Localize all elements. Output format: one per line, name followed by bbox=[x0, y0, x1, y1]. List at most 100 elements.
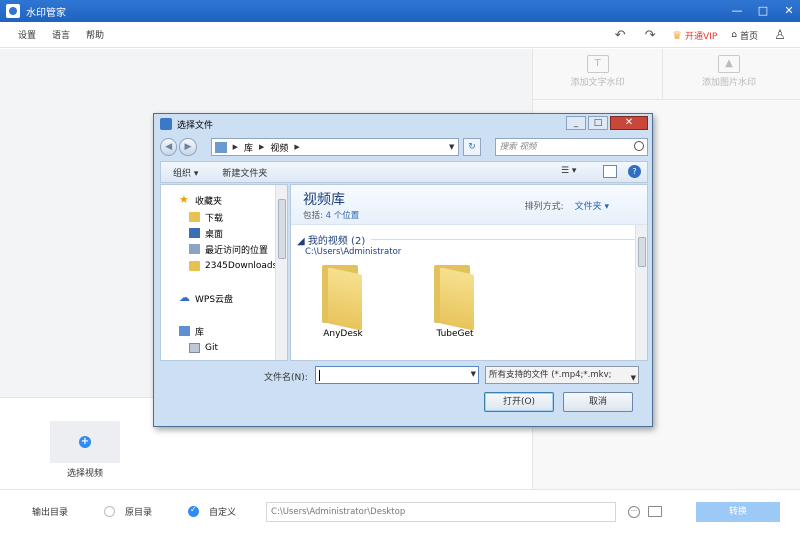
output-dir-label: 输出目录 bbox=[32, 508, 69, 518]
nav-item-desktop[interactable]: 桌面 bbox=[189, 226, 223, 240]
menu-help[interactable]: 帮助 bbox=[86, 28, 104, 41]
output-footer: 输出目录 原目录 自定义 ··· 转换 bbox=[0, 489, 800, 533]
tab-add-image-label: 添加图片水印 bbox=[701, 78, 756, 88]
nav-item-downloads[interactable]: 下载 bbox=[189, 210, 223, 224]
menu-bar: 设置 语言 帮助 ↶ ↷ ♛ 开通VIP ⌂ 首页 ♙ bbox=[0, 22, 800, 48]
organize-label: 组织 bbox=[173, 168, 192, 179]
nav-item-recent[interactable]: 最近访问的位置 bbox=[189, 242, 268, 256]
search-icon bbox=[633, 141, 644, 151]
plus-icon: + bbox=[79, 436, 91, 448]
group-header[interactable]: ◢ 我的视频 (2) bbox=[297, 232, 365, 247]
git-library-icon bbox=[189, 343, 200, 353]
address-bar[interactable]: ▶ 库 ▶ 视频 ▶ ▼ bbox=[210, 138, 460, 156]
file-type-value: 所有支持的文件 (*.mp4;*.mkv; bbox=[489, 370, 612, 380]
breadcrumb-library[interactable]: 库 bbox=[244, 141, 253, 154]
search-input[interactable]: 搜索 视频 bbox=[494, 138, 648, 156]
refresh-icon[interactable]: ↻ bbox=[463, 138, 481, 156]
dialog-maximize-icon[interactable]: □ bbox=[588, 116, 608, 130]
filename-label: 文件名(N): bbox=[264, 373, 308, 383]
undo-icon[interactable]: ↶ bbox=[612, 27, 628, 43]
original-dir-label: 原目录 bbox=[125, 508, 153, 518]
address-dropdown-icon[interactable]: ▼ bbox=[449, 143, 454, 151]
redo-icon[interactable]: ↷ bbox=[642, 27, 658, 43]
nav-item-favorites[interactable]: ★ 收藏夹 bbox=[179, 193, 222, 207]
filename-row: 文件名(N): ▼ 所有支持的文件 (*.mp4;*.mkv; ▼ bbox=[160, 366, 648, 386]
group-divider bbox=[371, 239, 635, 240]
includes-label: 包括: bbox=[303, 211, 323, 221]
star-icon: ★ bbox=[179, 193, 189, 206]
dialog-app-icon bbox=[160, 118, 172, 130]
nav-item-label: 下载 bbox=[205, 213, 224, 224]
open-button[interactable]: 打开(O) bbox=[484, 392, 554, 412]
radio-original-dir[interactable] bbox=[104, 506, 116, 517]
maximize-icon[interactable]: □ bbox=[756, 4, 770, 18]
arrange-by: 排列方式: 文件夹 ▾ bbox=[525, 199, 609, 212]
file-type-select[interactable]: 所有支持的文件 (*.mp4;*.mkv; ▼ bbox=[485, 366, 639, 384]
organize-menu[interactable]: 组织 ▾ bbox=[173, 166, 198, 179]
library-title: 视频库 bbox=[303, 192, 345, 208]
includes-locations-link[interactable]: 4 个位置 bbox=[326, 211, 360, 221]
back-arrow-icon[interactable]: ◀ bbox=[160, 138, 178, 156]
dialog-title-bar: 选择文件 _ □ ✕ bbox=[154, 114, 652, 134]
open-folder-icon[interactable] bbox=[648, 506, 663, 517]
home-button[interactable]: ⌂ 首页 bbox=[731, 29, 758, 42]
library-header: 视频库 包括: 4 个位置 排列方式: 文件夹 ▾ bbox=[291, 185, 647, 225]
nav-item-label: 最近访问的位置 bbox=[205, 245, 269, 256]
menu-settings[interactable]: 设置 bbox=[18, 28, 36, 41]
folder-label: TubeGet bbox=[436, 329, 474, 339]
vip-button[interactable]: ♛ 开通VIP bbox=[672, 29, 717, 42]
nav-item-wps-cloud[interactable]: ☁ WPS云盘 bbox=[179, 291, 233, 305]
group-path: C:\Users\Administrator bbox=[305, 247, 402, 257]
forward-arrow-icon[interactable]: ▶ bbox=[179, 138, 197, 156]
user-icon[interactable]: ♙ bbox=[772, 27, 788, 43]
arrange-by-value: 文件夹 bbox=[574, 202, 602, 212]
cloud-icon: ☁ bbox=[179, 291, 190, 304]
convert-button[interactable]: 转换 bbox=[696, 501, 781, 522]
add-video-button[interactable]: + bbox=[50, 421, 120, 463]
menu-language[interactable]: 语言 bbox=[52, 28, 70, 41]
nav-item-git[interactable]: Git bbox=[189, 341, 218, 355]
tab-add-image-watermark[interactable]: ▲ 添加图片水印 bbox=[664, 49, 794, 99]
app-title-bar: 水印管家 — □ ✕ bbox=[0, 0, 800, 22]
desktop-icon bbox=[189, 228, 200, 238]
image-watermark-icon: ▲ bbox=[718, 55, 740, 73]
filename-dropdown-icon[interactable]: ▼ bbox=[471, 370, 476, 378]
nav-item-label: 桌面 bbox=[205, 229, 224, 240]
nav-scrollbar[interactable] bbox=[275, 185, 287, 360]
app-logo-icon bbox=[6, 4, 20, 18]
more-icon[interactable]: ··· bbox=[628, 505, 641, 518]
recent-places-icon bbox=[189, 244, 200, 254]
nav-item-libraries[interactable]: 库 bbox=[179, 324, 204, 338]
home-icon: ⌂ bbox=[731, 30, 737, 40]
folder-icon bbox=[432, 265, 478, 331]
nav-scroll-thumb[interactable] bbox=[278, 199, 286, 259]
close-icon[interactable]: ✕ bbox=[782, 4, 796, 18]
change-view-icon[interactable]: ☰ ▾ bbox=[561, 166, 581, 178]
radio-custom-dir[interactable] bbox=[188, 505, 200, 517]
arrange-by-dropdown[interactable]: 文件夹 ▾ bbox=[575, 202, 609, 212]
new-folder-button[interactable]: 新建文件夹 bbox=[222, 166, 267, 179]
dialog-minimize-icon[interactable]: _ bbox=[566, 116, 586, 130]
folder-tile-anydesk[interactable]: AnyDesk bbox=[313, 265, 373, 345]
folder-tile-tubeget[interactable]: TubeGet bbox=[425, 265, 485, 345]
library-icon bbox=[214, 141, 227, 153]
help-icon[interactable]: ? bbox=[628, 165, 641, 178]
cancel-button[interactable]: 取消 bbox=[563, 392, 633, 412]
file-list-scroll-thumb[interactable] bbox=[638, 237, 646, 267]
minimize-icon[interactable]: — bbox=[730, 4, 744, 18]
dialog-close-icon[interactable]: ✕ bbox=[610, 116, 648, 130]
file-list-scrollbar[interactable] bbox=[635, 225, 647, 360]
group-header-label: 我的视频 (2) bbox=[307, 236, 366, 247]
breadcrumb-videos[interactable]: 视频 bbox=[270, 141, 288, 154]
nav-item-label: 2345Downloads bbox=[205, 261, 278, 271]
navigation-pane: ★ 收藏夹 下载 桌面 最近访问的位置 2345Downloads ☁ WPS云… bbox=[160, 184, 288, 361]
nav-item-2345downloads[interactable]: 2345Downloads bbox=[189, 259, 277, 273]
nav-item-label: 收藏夹 bbox=[195, 196, 223, 207]
library-includes: 包括: 4 个位置 bbox=[303, 209, 359, 221]
preview-pane-icon[interactable] bbox=[603, 165, 617, 178]
download-folder-icon bbox=[189, 212, 200, 222]
filename-input[interactable]: ▼ bbox=[315, 366, 479, 384]
tab-add-text-watermark[interactable]: T 添加文字水印 bbox=[533, 49, 663, 99]
output-path-input[interactable] bbox=[266, 501, 617, 522]
breadcrumb-arrow-icon: ▶ bbox=[232, 143, 238, 151]
